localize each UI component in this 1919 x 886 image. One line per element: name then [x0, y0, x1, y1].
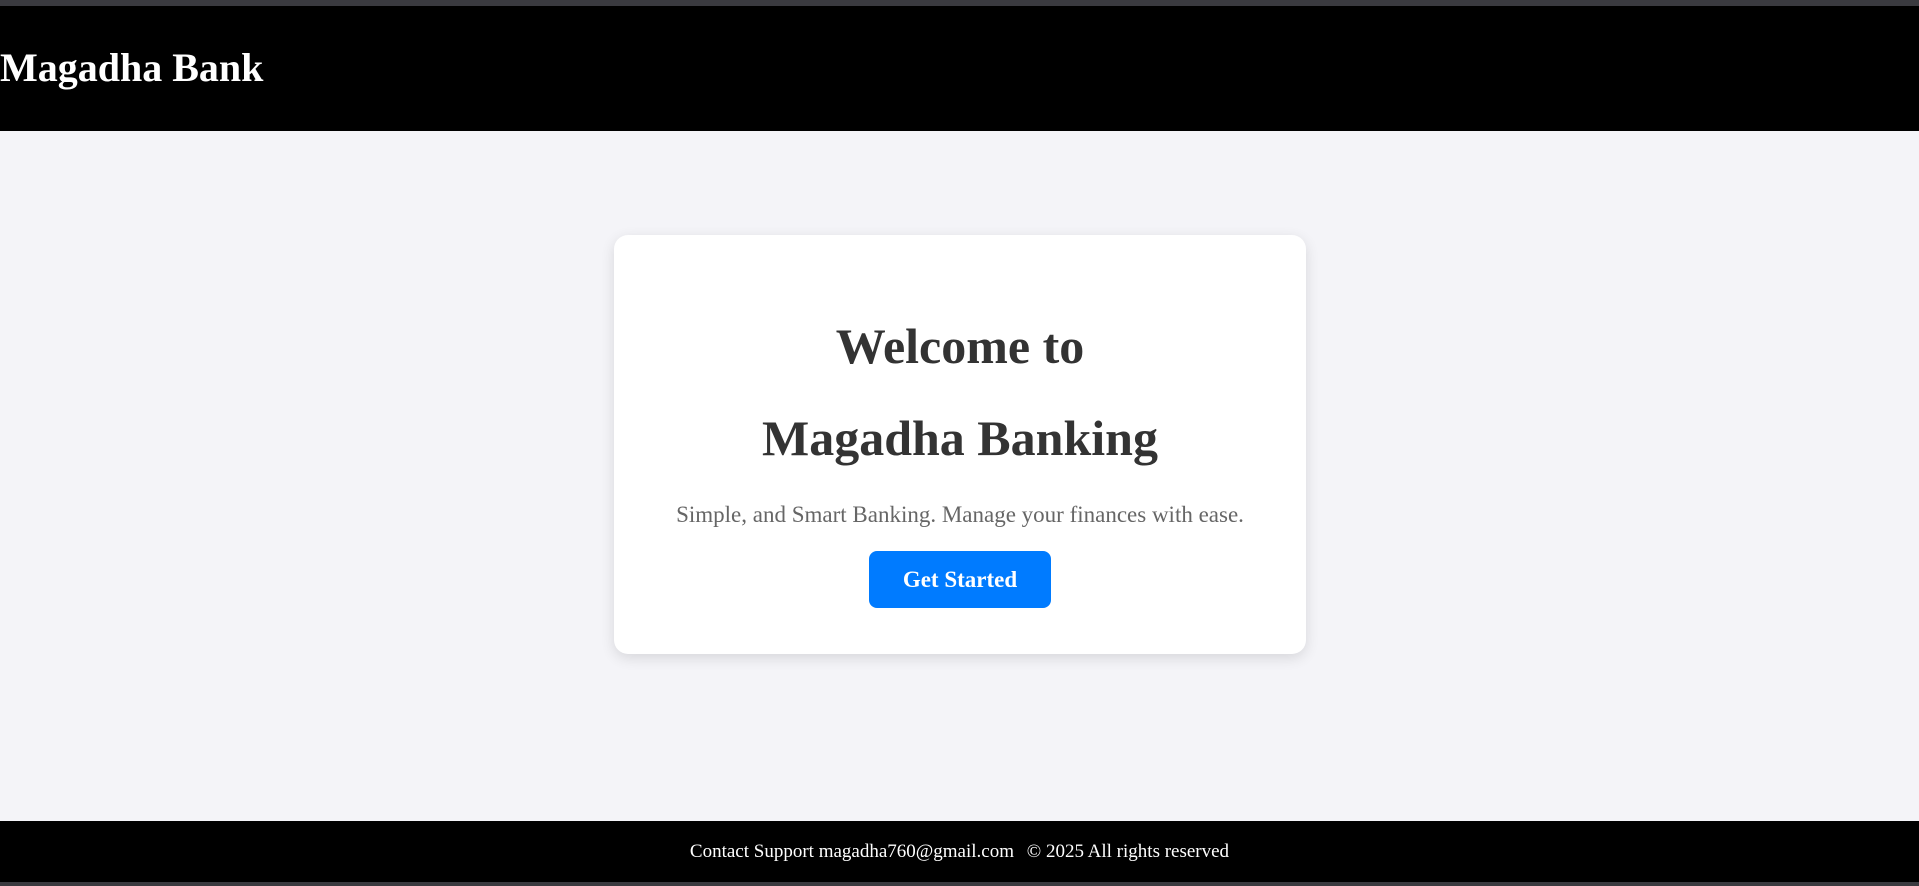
brand-title: Magadha Bank: [0, 45, 264, 90]
welcome-heading-line-1: Welcome to: [835, 318, 1085, 374]
site-footer: Contact Support magadha760@gmail.com © 2…: [0, 821, 1919, 882]
get-started-button[interactable]: Get Started: [869, 551, 1051, 608]
tagline: Simple, and Smart Banking. Manage your f…: [676, 502, 1244, 527]
site-header: Magadha Bank: [0, 6, 1919, 131]
welcome-heading-line-2: Magadha Banking: [762, 410, 1158, 466]
contact-support-label: Contact Support: [689, 841, 814, 862]
support-email-link[interactable]: magadha760@gmail.com: [819, 841, 1014, 862]
main-content: Welcome to Magadha Banking Simple, and S…: [0, 131, 1919, 821]
welcome-card: Welcome to Magadha Banking Simple, and S…: [614, 235, 1306, 654]
window-bottom-edge: [0, 882, 1919, 886]
copyright-text: © 2025 All rights reserved: [1026, 841, 1230, 862]
